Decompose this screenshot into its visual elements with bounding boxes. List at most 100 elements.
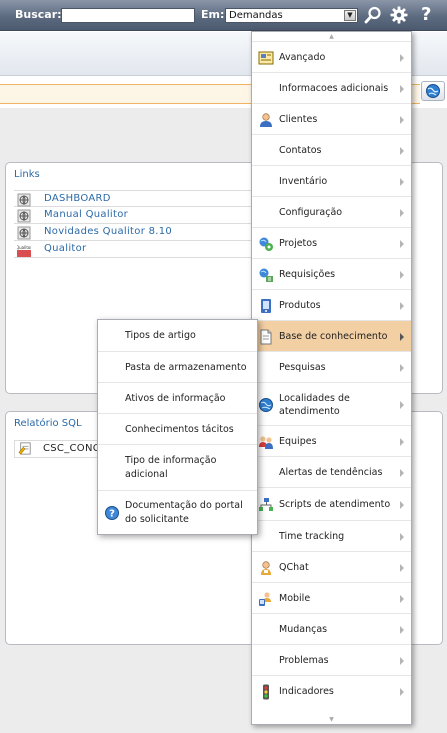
search-button[interactable] — [363, 5, 383, 25]
chevron-right-icon — [400, 364, 404, 372]
mobile-icon — [258, 591, 274, 607]
projects-icon — [258, 236, 274, 252]
menu-item-contatos[interactable]: Contatos — [252, 134, 411, 165]
submenu-item-pasta-de-armazenamento[interactable]: Pasta de armazenamento — [98, 351, 257, 382]
sql-report-panel-title: Relatório SQL — [14, 418, 82, 429]
menu-item-label: Requisições — [279, 269, 336, 280]
chevron-right-icon — [400, 657, 404, 665]
menu-item-label: Equipes — [279, 436, 317, 447]
scope-select[interactable]: Demandas ▼ — [225, 8, 358, 23]
submenu-item-tipos-de-artigo[interactable]: Tipos de artigo — [98, 320, 257, 351]
globe-page-icon — [17, 209, 31, 223]
svg-text:Qualitor: Qualitor — [17, 245, 31, 250]
scroll-down-icon[interactable]: ▼ — [252, 715, 411, 724]
chat-icon — [258, 560, 274, 576]
menu-item-label: Projetos — [279, 238, 318, 249]
settings-button[interactable] — [389, 5, 409, 25]
submenu-item-documentacao-do-portal-do-solicitante[interactable]: ? Documentação do portal do solicitante — [98, 490, 257, 534]
link-item[interactable]: Manual Qualitor — [14, 207, 254, 224]
menu-item-pesquisas[interactable]: Pesquisas — [252, 351, 411, 382]
menu-item-label: Scripts de atendimento — [279, 499, 391, 510]
magnifier-icon — [364, 6, 381, 24]
menu-item-produtos[interactable]: Produtos — [252, 289, 411, 320]
chevron-right-icon — [400, 209, 404, 217]
globe-icon — [426, 84, 440, 98]
gear-icon — [390, 6, 408, 24]
menu-item-label: Mobile — [279, 593, 311, 604]
menu-item-mudancas[interactable]: Mudanças — [252, 613, 411, 644]
chevron-right-icon — [400, 626, 404, 634]
submenu-item-conhecimentos-tacitos[interactable]: Conhecimentos tácitos — [98, 413, 257, 444]
chevron-right-icon — [400, 302, 404, 310]
knowledge-base-icon — [258, 329, 274, 345]
submenu-item-tipo-de-informacao-adicional[interactable]: Tipo de informação adicional — [98, 444, 257, 490]
menu-item-projetos[interactable]: Projetos — [252, 227, 411, 258]
qualitor-logo-icon: Qualitor — [16, 243, 32, 257]
link-label[interactable]: Manual Qualitor — [44, 209, 128, 220]
chevron-right-icon — [400, 595, 404, 603]
submenu-item-label: Documentação do portal do solicitante — [125, 500, 243, 525]
chevron-right-icon — [400, 240, 404, 248]
menu-item-configuracao[interactable]: Configuração — [252, 196, 411, 227]
menu-item-label: Pesquisas — [279, 362, 326, 373]
globe-button[interactable] — [421, 81, 445, 101]
chevron-right-icon — [400, 469, 404, 477]
scope-select-value: Demandas — [229, 10, 283, 21]
globe-page-icon — [17, 226, 31, 240]
teams-icon — [258, 434, 274, 450]
menu-item-label: QChat — [279, 562, 309, 573]
link-item[interactable]: Qualitor Qualitor — [14, 241, 254, 258]
menu-item-inventario[interactable]: Inventário — [252, 165, 411, 196]
requests-icon — [258, 267, 274, 283]
scope-label: Em: — [201, 8, 225, 21]
menu-item-indicadores[interactable]: Indicadores — [252, 675, 411, 706]
menu-item-label: Localidades de atendimento — [279, 393, 350, 417]
chevron-right-icon — [400, 564, 404, 572]
scroll-up-icon[interactable]: ▲ — [252, 32, 411, 41]
link-label[interactable]: Qualitor — [44, 243, 86, 254]
submenu-item-label: Pasta de armazenamento — [125, 362, 247, 373]
chevron-right-icon — [400, 501, 404, 509]
search-input[interactable] — [61, 8, 195, 23]
chevron-right-icon — [400, 401, 404, 409]
menu-item-label: Mudanças — [279, 624, 328, 635]
menu-item-label: Informacoes adicionais — [279, 83, 389, 94]
settings-menu: ▲ Avançado Informacoes adicionais Clientes… — [251, 31, 412, 725]
menu-item-requisicoes[interactable]: Requisições — [252, 258, 411, 289]
menu-item-informacoes-adicionais[interactable]: Informacoes adicionais — [252, 72, 411, 103]
menu-item-label: Problemas — [279, 655, 329, 666]
help-button[interactable]: ? — [417, 4, 437, 25]
link-item[interactable]: DASHBOARD — [14, 190, 254, 207]
menu-item-localidades-de-atendimento[interactable]: Localidades de atendimento — [252, 382, 411, 425]
menu-item-label: Produtos — [279, 300, 321, 311]
chevron-right-icon — [400, 271, 404, 279]
chevron-down-icon[interactable]: ▼ — [344, 10, 356, 21]
chevron-right-icon — [400, 438, 404, 446]
menu-item-scripts-de-atendimento[interactable]: Scripts de atendimento — [252, 487, 411, 520]
link-item[interactable]: Novidades Qualitor 8.10 — [14, 224, 254, 241]
menu-item-label: Alertas de tendências — [279, 467, 383, 478]
menu-item-equipes[interactable]: Equipes — [252, 425, 411, 456]
svg-text:?: ? — [109, 509, 115, 520]
menu-item-label: Avançado — [279, 52, 326, 63]
menu-item-label: Inventário — [279, 176, 328, 187]
chevron-right-icon — [400, 533, 404, 541]
submenu-item-ativos-de-informacao[interactable]: Ativos de informação — [98, 382, 257, 413]
menu-item-label: Configuração — [279, 207, 343, 218]
menu-item-avancado[interactable]: Avançado — [252, 41, 411, 72]
menu-item-base-de-conhecimento[interactable]: Base de conhecimento — [252, 320, 411, 351]
menu-item-label: Time tracking — [279, 531, 345, 542]
menu-item-problemas[interactable]: Problemas — [252, 644, 411, 675]
menu-item-mobile[interactable]: Mobile — [252, 582, 411, 613]
globe-icon — [258, 397, 274, 413]
menu-item-alertas-de-tendencias[interactable]: Alertas de tendências — [252, 456, 411, 487]
menu-item-clientes[interactable]: Clientes — [252, 103, 411, 134]
link-label[interactable]: DASHBOARD — [44, 193, 111, 204]
link-label[interactable]: Novidades Qualitor 8.10 — [44, 226, 172, 237]
client-icon — [258, 112, 274, 128]
menu-item-qchat[interactable]: QChat — [252, 551, 411, 582]
knowledge-base-submenu: Tipos de artigo Pasta de armazenamento Ati… — [97, 319, 258, 535]
submenu-item-label: Tipo de informação adicional — [125, 455, 217, 480]
menu-item-time-tracking[interactable]: Time tracking — [252, 520, 411, 551]
globe-page-icon — [17, 193, 31, 207]
